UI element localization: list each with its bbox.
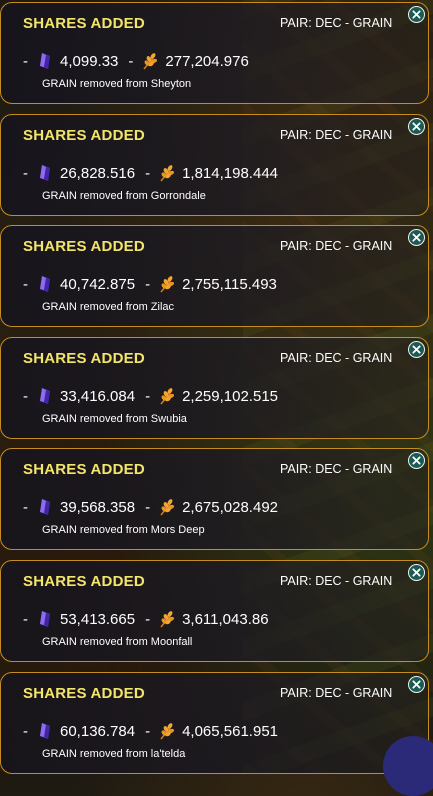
pair-label: PAIR: DEC - GRAIN — [280, 686, 393, 700]
purple-crystal-icon — [36, 164, 54, 182]
notification-card: SHARES ADDED PAIR: DEC - GRAIN - 53,413.… — [0, 560, 429, 662]
notification-card: SHARES ADDED PAIR: DEC - GRAIN - 26,828.… — [0, 114, 429, 216]
dash-separator: - — [145, 387, 151, 405]
grain-amount: 2,259,102.515 — [182, 387, 279, 405]
purple-crystal-icon — [36, 387, 54, 405]
amount-row: - 33,416.084 - 2,259,102.515 — [23, 385, 278, 407]
dash-separator: - — [23, 164, 28, 182]
notification-detail: GRAIN removed from Gorrondale — [42, 190, 206, 202]
wheat-grain-icon — [158, 164, 176, 182]
dash-separator: - — [23, 722, 28, 740]
wheat-grain-icon — [141, 52, 159, 70]
notification-list: SHARES ADDED PAIR: DEC - GRAIN - 4,099.3… — [0, 0, 433, 774]
close-button[interactable] — [408, 452, 425, 469]
corner-widget[interactable] — [383, 736, 433, 796]
grain-amount: 1,814,198.444 — [182, 164, 279, 182]
notification-title: SHARES ADDED — [23, 573, 145, 590]
purple-crystal-icon — [36, 52, 54, 70]
dec-amount: 39,568.358 — [60, 498, 136, 516]
purple-crystal-icon — [36, 610, 54, 628]
wheat-grain-icon — [158, 498, 176, 516]
close-button[interactable] — [408, 6, 425, 23]
notification-card: SHARES ADDED PAIR: DEC - GRAIN - 33,416.… — [0, 337, 429, 439]
grain-amount: 3,611,043.86 — [182, 610, 269, 628]
notification-title: SHARES ADDED — [23, 461, 145, 478]
dash-separator: - — [23, 498, 28, 516]
notification-title: SHARES ADDED — [23, 127, 145, 144]
wheat-grain-icon — [158, 722, 176, 740]
pair-label: PAIR: DEC - GRAIN — [280, 239, 393, 253]
notification-detail: GRAIN removed from la'telda — [42, 748, 186, 760]
close-button[interactable] — [408, 118, 425, 135]
notification-detail: GRAIN removed from Sheyton — [42, 78, 192, 90]
pair-label: PAIR: DEC - GRAIN — [280, 462, 393, 476]
wheat-grain-icon — [158, 387, 176, 405]
pair-label: PAIR: DEC - GRAIN — [280, 351, 393, 365]
amount-row: - 39,568.358 - 2,675,028.492 — [23, 496, 278, 518]
close-x-icon — [412, 568, 421, 577]
close-x-icon — [412, 680, 421, 689]
dash-separator: - — [145, 722, 151, 740]
dash-separator: - — [23, 387, 28, 405]
grain-amount: 2,755,115.493 — [182, 275, 277, 293]
notification-detail: GRAIN removed from Mors Deep — [42, 524, 205, 536]
wheat-grain-icon — [158, 610, 176, 628]
wheat-grain-icon — [158, 275, 176, 293]
close-x-icon — [412, 122, 421, 131]
notification-title: SHARES ADDED — [23, 15, 145, 32]
notification-title: SHARES ADDED — [23, 238, 145, 255]
close-button[interactable] — [408, 229, 425, 246]
amount-row: - 53,413.665 - 3,611,043.86 — [23, 608, 269, 630]
pair-label: PAIR: DEC - GRAIN — [280, 128, 393, 142]
purple-crystal-icon — [36, 498, 54, 516]
close-x-icon — [412, 345, 421, 354]
grain-amount: 2,675,028.492 — [182, 498, 279, 516]
dec-amount: 60,136.784 — [60, 722, 136, 740]
notification-detail: GRAIN removed from Swubia — [42, 413, 187, 425]
dec-amount: 4,099.33 — [60, 52, 119, 70]
notification-detail: GRAIN removed from Zilac — [42, 301, 175, 313]
notification-title: SHARES ADDED — [23, 685, 145, 702]
dash-separator: - — [23, 52, 28, 70]
notification-card: SHARES ADDED PAIR: DEC - GRAIN - 39,568.… — [0, 448, 429, 550]
grain-amount: 277,204.976 — [165, 52, 249, 70]
dash-separator: - — [145, 610, 151, 628]
notification-card: SHARES ADDED PAIR: DEC - GRAIN - 60,136.… — [0, 672, 429, 774]
dec-amount: 53,413.665 — [60, 610, 136, 628]
dash-separator: - — [23, 610, 28, 628]
dash-separator: - — [128, 52, 134, 70]
notification-detail: GRAIN removed from Moonfall — [42, 636, 193, 648]
purple-crystal-icon — [36, 275, 54, 293]
close-x-icon — [412, 233, 421, 242]
close-x-icon — [412, 456, 421, 465]
dec-amount: 33,416.084 — [60, 387, 136, 405]
close-x-icon — [412, 10, 421, 19]
dash-separator: - — [145, 498, 151, 516]
pair-label: PAIR: DEC - GRAIN — [280, 16, 393, 30]
notification-card: SHARES ADDED PAIR: DEC - GRAIN - 40,742.… — [0, 225, 429, 327]
close-button[interactable] — [408, 341, 425, 358]
amount-row: - 26,828.516 - 1,814,198.444 — [23, 162, 278, 184]
notification-card: SHARES ADDED PAIR: DEC - GRAIN - 4,099.3… — [0, 2, 429, 104]
close-button[interactable] — [408, 564, 425, 581]
dec-amount: 26,828.516 — [60, 164, 136, 182]
close-button[interactable] — [408, 676, 425, 693]
grain-amount: 4,065,561.951 — [182, 722, 279, 740]
amount-row: - 60,136.784 - 4,065,561.951 — [23, 720, 278, 742]
amount-row: - 40,742.875 - 2,755,115.493 — [23, 273, 277, 295]
amount-row: - 4,099.33 - 277,204.976 — [23, 50, 249, 72]
dash-separator: - — [23, 275, 28, 293]
notification-title: SHARES ADDED — [23, 350, 145, 367]
dec-amount: 40,742.875 — [60, 275, 136, 293]
purple-crystal-icon — [36, 722, 54, 740]
pair-label: PAIR: DEC - GRAIN — [280, 574, 393, 588]
dash-separator: - — [145, 275, 151, 293]
dash-separator: - — [145, 164, 151, 182]
